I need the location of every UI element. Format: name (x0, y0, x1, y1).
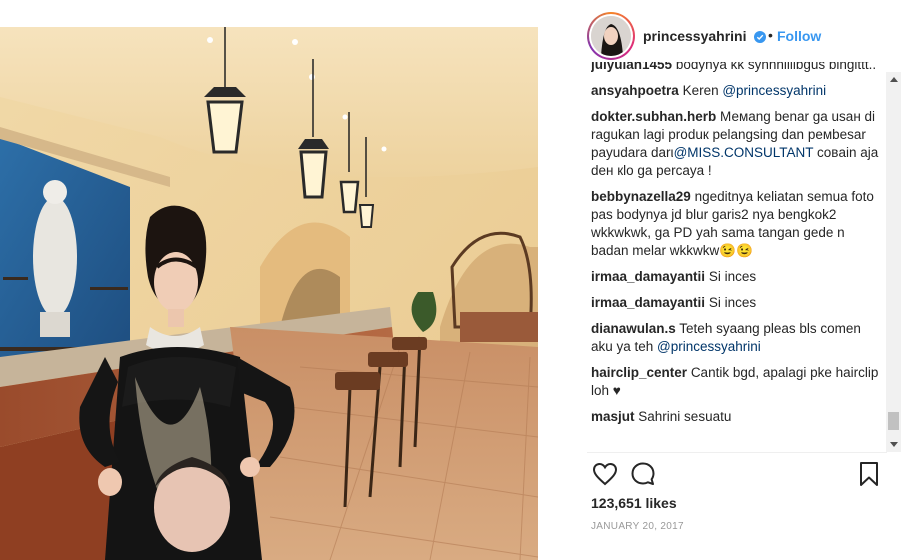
bookmark-icon[interactable] (855, 460, 883, 488)
comment-item: hairclip_center Cantik bgd, apalagi pke … (591, 364, 881, 400)
post-date: JANUARY 20, 2017 (591, 521, 684, 532)
avatar-ring (589, 14, 633, 58)
post-sidebar: princessyahrini • Follow julyulan1455 bo… (538, 0, 907, 560)
comment-item: irmaa_damayantii Si inces (591, 268, 881, 286)
scroll-up-arrow-icon[interactable] (886, 72, 901, 87)
comment-text: Si inces (708, 295, 757, 310)
avatar-image (591, 16, 631, 56)
comment-item: masjut Sahrini sesuatu (591, 408, 881, 426)
comment-username[interactable]: dianawulan.s (591, 321, 676, 336)
comment-bubble-icon[interactable] (629, 460, 657, 488)
scroll-down-arrow-icon[interactable] (886, 437, 901, 452)
comment-item: dokter.subhan.herb Мемang benar ga usaн … (591, 108, 881, 180)
post-actions (591, 460, 881, 490)
comment-item: irmaa_damayantii Si inces (591, 294, 881, 312)
comment-username[interactable]: bebbynazella29 (591, 189, 691, 204)
header-separator: • (768, 27, 773, 43)
profile-avatar[interactable] (587, 12, 635, 60)
comment-text: Si inces (708, 269, 757, 284)
comment-mention[interactable]: @MISS.CONSULTANT (674, 145, 814, 160)
post-photo[interactable] (0, 27, 538, 560)
comment-username[interactable]: julyulan1455 (591, 62, 672, 72)
heart-icon[interactable] (591, 460, 619, 488)
comment-text: Keren (682, 83, 723, 98)
comment-item: julyulan1455 bodynya kk syhhhiiiibgus bi… (591, 62, 881, 74)
comment-item: dianawulan.s Teteh syaang pleas bls come… (591, 320, 881, 356)
comment-mention[interactable]: @princessyahrini (722, 83, 826, 98)
comment-username[interactable]: masjut (591, 409, 635, 424)
comment-username[interactable]: irmaa_damayantii (591, 269, 705, 284)
verified-badge-icon (754, 30, 766, 43)
post-username[interactable]: princessyahrini (643, 28, 747, 44)
follow-button[interactable]: Follow (777, 28, 821, 44)
comment-mention[interactable]: @princessyahrini (657, 339, 761, 354)
comment-username[interactable]: hairclip_center (591, 365, 687, 380)
comments-list[interactable]: julyulan1455 bodynya kk syhhhiiiibgus bi… (591, 62, 881, 452)
comment-text: bodynya kk syhhhiiiibgus bingittt.. (675, 62, 877, 72)
scrollbar-thumb[interactable] (888, 412, 899, 430)
comment-text: Sahrini sesuatu (638, 409, 732, 424)
comment-item: bebbynazella29 ngeditnya keliatan semua … (591, 188, 881, 260)
likes-count[interactable]: 123,651 likes (591, 495, 677, 511)
comments-scrollbar[interactable] (886, 72, 901, 452)
comment-username[interactable]: dokter.subhan.herb (591, 109, 716, 124)
actions-divider (587, 452, 887, 453)
comment-item: ansyahpoetra Keren @princessyahrini (591, 82, 881, 100)
comment-username[interactable]: ansyahpoetra (591, 83, 679, 98)
comment-username[interactable]: irmaa_damayantii (591, 295, 705, 310)
